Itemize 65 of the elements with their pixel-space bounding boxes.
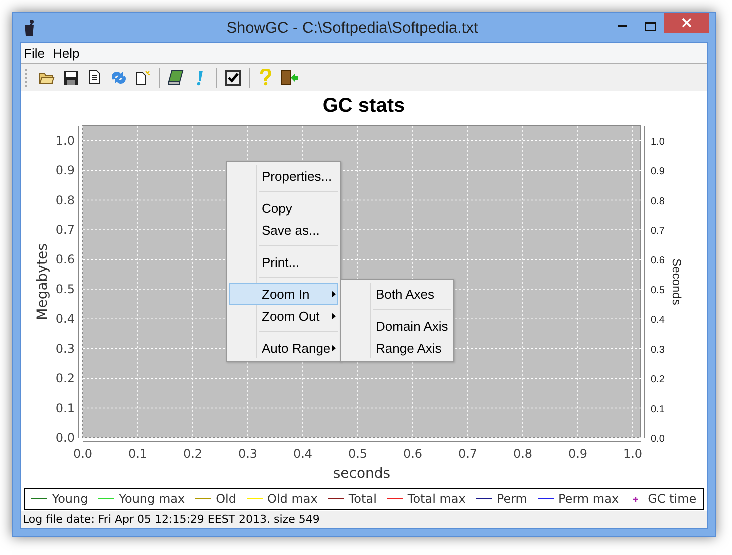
x-tick-label: 0.5 [348, 447, 368, 461]
legend-label: Young max [119, 492, 186, 506]
legend-label: Perm [496, 492, 528, 506]
menu-item[interactable]: Domain Axis [343, 315, 451, 337]
legend-label: Total [348, 492, 377, 506]
app-icon [23, 18, 37, 36]
y-tick-label: 0.9 [56, 164, 75, 178]
right-tick-label: 1.0 [651, 136, 665, 148]
right-axis-label: Seconds [670, 258, 684, 306]
right-tick-label: 0.3 [651, 344, 665, 356]
x-tick-label: 0.4 [293, 447, 313, 461]
menu-bar-item[interactable]: Help [52, 46, 80, 60]
y-tick-label: 0.0 [56, 431, 75, 445]
x-tick-label: 0.6 [403, 447, 423, 461]
legend-label: Perm max [558, 492, 620, 506]
window-title: ShowGC - C:\Softpedia\Softpedia.txt [226, 20, 480, 38]
menu-item[interactable]: Properties... [229, 165, 338, 187]
legend-label: Old [216, 492, 237, 506]
y-tick-label: 0.5 [56, 282, 75, 296]
x-tick-label: 0.7 [458, 447, 478, 461]
minimize-icon [618, 25, 626, 27]
y-tick-label: 0.7 [56, 223, 75, 237]
menu-item[interactable]: Range Axis [343, 337, 451, 359]
maximize-icon [644, 22, 656, 30]
right-tick-label: 0.0 [651, 434, 665, 445]
y-tick-label: 0.1 [56, 401, 75, 416]
x-tick-label: 0.0 [73, 447, 93, 461]
right-tick-label: 0.8 [651, 196, 665, 208]
right-tick-label: 0.2 [651, 374, 665, 386]
y-tick-label: 0.8 [56, 193, 75, 208]
y-axis-label: Megabytes [35, 244, 51, 320]
legend-label: Total max [408, 492, 466, 506]
y-tick-label: 0.6 [56, 252, 75, 267]
right-tick-label: 0.4 [651, 315, 665, 326]
right-tick-label: 0.9 [651, 166, 665, 178]
legend-label: Young [52, 492, 88, 506]
close-icon [682, 18, 692, 28]
right-tick-label: 0.6 [651, 256, 665, 267]
legend-label: Old max [268, 492, 318, 506]
y-tick-label: 0.3 [56, 342, 75, 356]
right-tick-label: 0.7 [651, 226, 665, 237]
x-tick-label: 0.8 [513, 447, 533, 461]
x-tick-label: 0.1 [128, 447, 148, 461]
menu-item[interactable]: Copy [229, 197, 338, 219]
y-tick-label: 0.2 [56, 372, 75, 386]
x-tick-label: 0.9 [568, 447, 588, 461]
x-tick-label: 0.2 [183, 447, 203, 461]
x-tick-label: 1.0 [623, 447, 643, 461]
close-button[interactable] [664, 13, 709, 33]
x-axis-label: seconds [333, 466, 391, 482]
menu-item[interactable]: Zoom In [229, 283, 338, 305]
status-bar: Log file date: Fri Apr 05 12:15:29 EEST 2013. size 549 [21, 511, 707, 528]
menu-item[interactable]: Both Axes [343, 283, 451, 305]
chart-title: GC stats [322, 94, 406, 119]
right-tick-label: 0.1 [651, 404, 665, 416]
y-tick-label: 1.0 [56, 134, 75, 148]
menu-item[interactable]: Zoom Out [229, 305, 338, 327]
y-tick-label: 0.4 [56, 312, 75, 326]
menu-bar-item[interactable]: File [24, 46, 45, 60]
right-tick-label: 0.5 [651, 285, 665, 296]
x-tick-label: 0.3 [238, 447, 258, 461]
menu-item[interactable]: Save as... [229, 219, 338, 241]
menu-item[interactable]: Auto Range [229, 337, 338, 359]
menu-item[interactable]: Print... [229, 251, 338, 273]
legend-label: GC time [648, 492, 697, 506]
